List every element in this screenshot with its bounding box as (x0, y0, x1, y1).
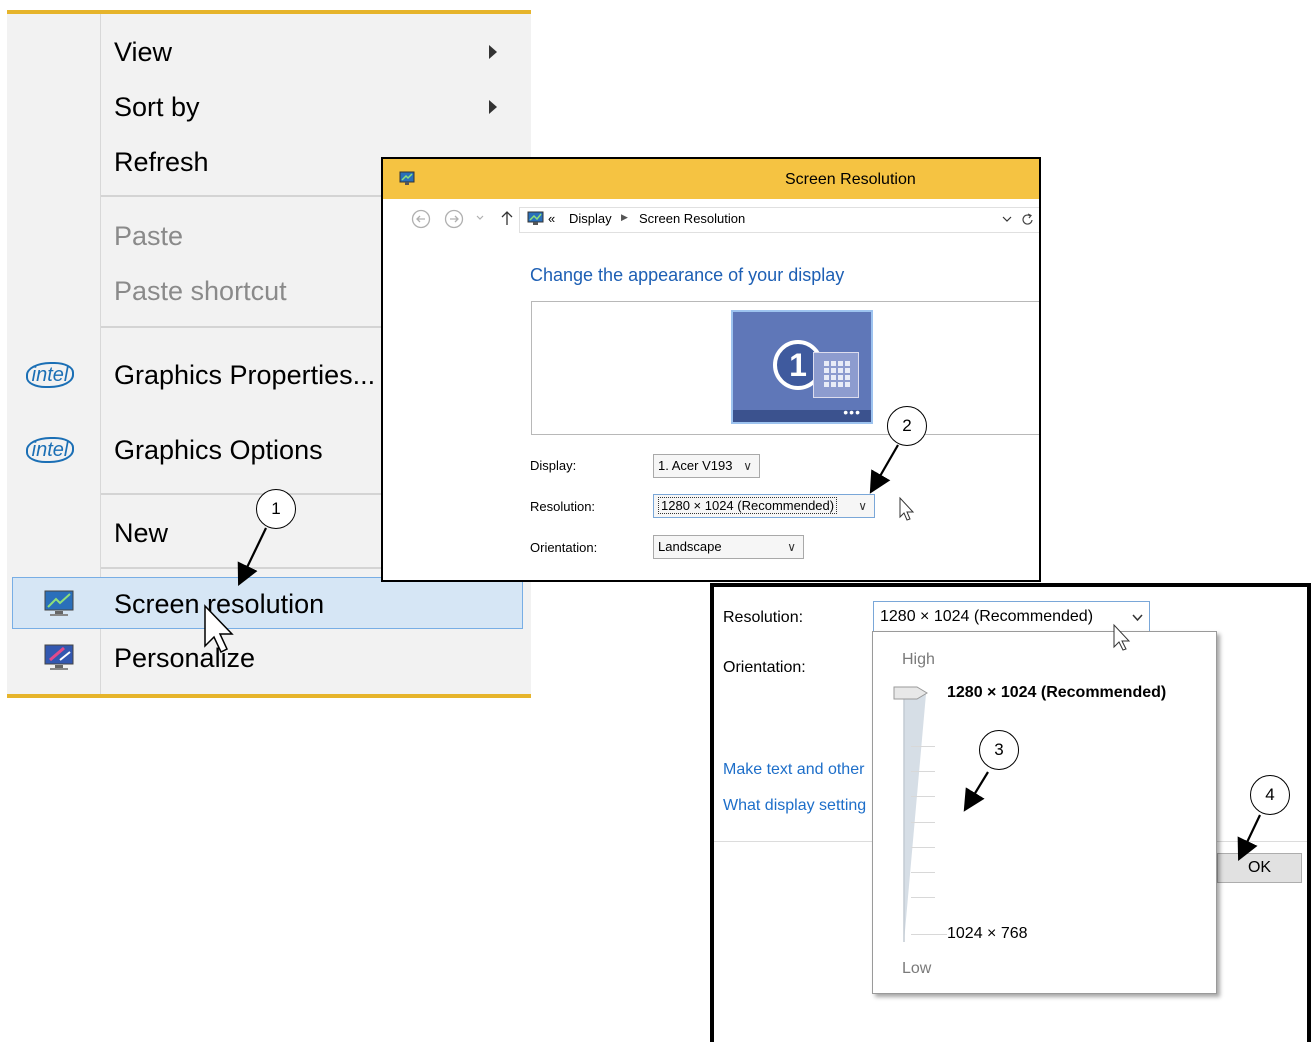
callout-1: 1 (256, 489, 296, 529)
callout-2-arrow (869, 444, 899, 494)
mouse-pointer-icon (899, 496, 915, 521)
callout-4-arrow (1237, 814, 1261, 861)
callout-3-arrow (963, 771, 989, 812)
mouse-pointer-icon (204, 604, 234, 654)
callout-4: 4 (1250, 775, 1290, 815)
mouse-pointer-icon (1113, 623, 1131, 651)
callout-1-arrow (237, 527, 267, 586)
callout-2: 2 (887, 406, 927, 446)
annotation-overlay (204, 444, 1261, 861)
callout-3: 3 (979, 730, 1019, 770)
